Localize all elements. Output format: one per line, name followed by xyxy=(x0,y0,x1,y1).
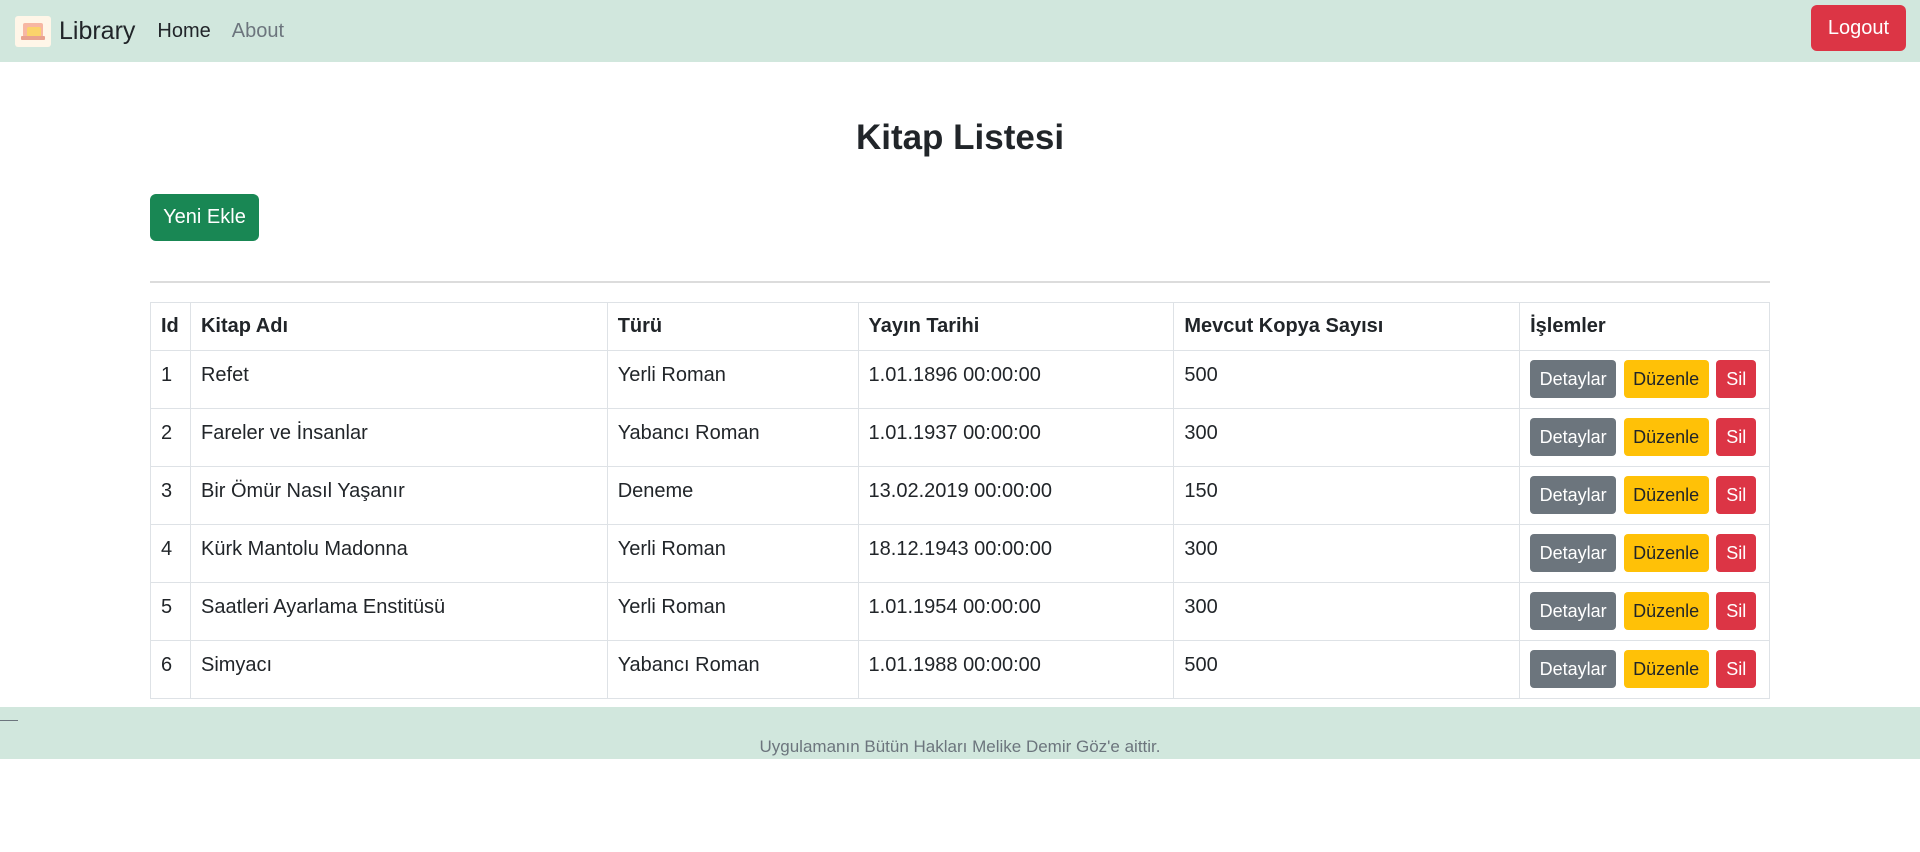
cell-book-name: Kürk Mantolu Madonna xyxy=(189,524,608,583)
cell-id: 5 xyxy=(150,582,191,641)
books-table: Id Kitap Adı Türü Yayın Tarihi Mevcut Ko… xyxy=(150,302,1770,699)
edit-button[interactable]: Düzenle xyxy=(1623,360,1709,398)
delete-button[interactable]: Sil xyxy=(1716,534,1757,572)
delete-button[interactable]: Sil xyxy=(1716,476,1757,514)
cell-copy-count: 300 xyxy=(1173,582,1521,641)
cell-id: 6 xyxy=(150,640,191,699)
cell-copy-count: 300 xyxy=(1173,408,1521,467)
cell-actions: Detaylar Düzenle Sil xyxy=(1519,408,1770,467)
cell-actions: Detaylar Düzenle Sil xyxy=(1519,640,1770,699)
header-actions: İşlemler xyxy=(1519,302,1770,351)
footer: Uygulamanın Bütün Hakları Melike Demir G… xyxy=(0,707,1920,759)
cell-book-name: Bir Ömür Nasıl Yaşanır xyxy=(189,466,608,525)
brand-link[interactable]: Library xyxy=(15,15,136,47)
header-genre: Türü xyxy=(606,302,859,351)
brand-text: Library xyxy=(59,16,136,45)
library-logo-icon xyxy=(15,15,51,47)
cell-copy-count: 500 xyxy=(1173,640,1521,699)
cell-genre: Yabancı Roman xyxy=(606,640,859,699)
table-row: 2 Fareler ve İnsanlar Yabancı Roman 1.01… xyxy=(150,408,1770,467)
table-row: 4 Kürk Mantolu Madonna Yerli Roman 18.12… xyxy=(150,524,1770,583)
cell-genre: Yerli Roman xyxy=(606,524,859,583)
cell-book-name: Simyacı xyxy=(189,640,608,699)
cell-genre: Deneme xyxy=(606,466,859,525)
add-book-button[interactable]: Yeni Ekle xyxy=(150,194,259,241)
navbar: Library Home About Logout xyxy=(0,0,1920,62)
cell-publish-date: 18.12.1943 00:00:00 xyxy=(857,524,1175,583)
cell-copy-count: 150 xyxy=(1173,466,1521,525)
details-button[interactable]: Detaylar xyxy=(1530,534,1617,572)
details-button[interactable]: Detaylar xyxy=(1530,360,1617,398)
cell-book-name: Refet xyxy=(189,350,608,409)
table-row: 3 Bir Ömür Nasıl Yaşanır Deneme 13.02.20… xyxy=(150,466,1770,525)
header-copy-count: Mevcut Kopya Sayısı xyxy=(1173,302,1521,351)
header-id: Id xyxy=(150,302,191,351)
cell-actions: Detaylar Düzenle Sil xyxy=(1519,524,1770,583)
cell-id: 1 xyxy=(150,350,191,409)
delete-button[interactable]: Sil xyxy=(1716,592,1757,630)
logout-button[interactable]: Logout xyxy=(1811,5,1906,51)
cell-id: 2 xyxy=(150,408,191,467)
details-button[interactable]: Detaylar xyxy=(1530,592,1617,630)
edit-button[interactable]: Düzenle xyxy=(1623,418,1709,456)
cell-publish-date: 1.01.1896 00:00:00 xyxy=(857,350,1175,409)
edit-button[interactable]: Düzenle xyxy=(1623,592,1709,630)
delete-button[interactable]: Sil xyxy=(1716,650,1757,688)
header-publish-date: Yayın Tarihi xyxy=(857,302,1175,351)
delete-button[interactable]: Sil xyxy=(1716,418,1757,456)
divider xyxy=(150,281,1770,283)
cell-id: 4 xyxy=(150,524,191,583)
cell-copy-count: 300 xyxy=(1173,524,1521,583)
table-row: 6 Simyacı Yabancı Roman 1.01.1988 00:00:… xyxy=(150,640,1770,699)
cell-publish-date: 13.02.2019 00:00:00 xyxy=(857,466,1175,525)
footer-divider xyxy=(0,720,18,721)
footer-copyright: Uygulamanın Bütün Hakları Melike Demir G… xyxy=(759,737,1161,756)
details-button[interactable]: Detaylar xyxy=(1530,650,1617,688)
cell-id: 3 xyxy=(150,466,191,525)
cell-actions: Detaylar Düzenle Sil xyxy=(1519,350,1770,409)
nav-link-home[interactable]: Home xyxy=(157,20,210,43)
cell-publish-date: 1.01.1988 00:00:00 xyxy=(857,640,1175,699)
cell-book-name: Saatleri Ayarlama Enstitüsü xyxy=(189,582,608,641)
cell-book-name: Fareler ve İnsanlar xyxy=(189,408,608,467)
table-row: 1 Refet Yerli Roman 1.01.1896 00:00:00 5… xyxy=(150,350,1770,409)
table-row: 5 Saatleri Ayarlama Enstitüsü Yerli Roma… xyxy=(150,582,1770,641)
cell-publish-date: 1.01.1937 00:00:00 xyxy=(857,408,1175,467)
cell-copy-count: 500 xyxy=(1173,350,1521,409)
cell-publish-date: 1.01.1954 00:00:00 xyxy=(857,582,1175,641)
edit-button[interactable]: Düzenle xyxy=(1623,650,1709,688)
delete-button[interactable]: Sil xyxy=(1716,360,1757,398)
edit-button[interactable]: Düzenle xyxy=(1623,534,1709,572)
cell-genre: Yerli Roman xyxy=(606,350,859,409)
edit-button[interactable]: Düzenle xyxy=(1623,476,1709,514)
nav-link-about[interactable]: About xyxy=(232,20,284,43)
cell-actions: Detaylar Düzenle Sil xyxy=(1519,466,1770,525)
details-button[interactable]: Detaylar xyxy=(1530,476,1617,514)
cell-genre: Yabancı Roman xyxy=(606,408,859,467)
details-button[interactable]: Detaylar xyxy=(1530,418,1617,456)
header-book-name: Kitap Adı xyxy=(189,302,608,351)
page-title: Kitap Listesi xyxy=(855,118,1065,157)
cell-actions: Detaylar Düzenle Sil xyxy=(1519,582,1770,641)
cell-genre: Yerli Roman xyxy=(606,582,859,641)
table-header-row: Id Kitap Adı Türü Yayın Tarihi Mevcut Ko… xyxy=(150,302,1770,351)
